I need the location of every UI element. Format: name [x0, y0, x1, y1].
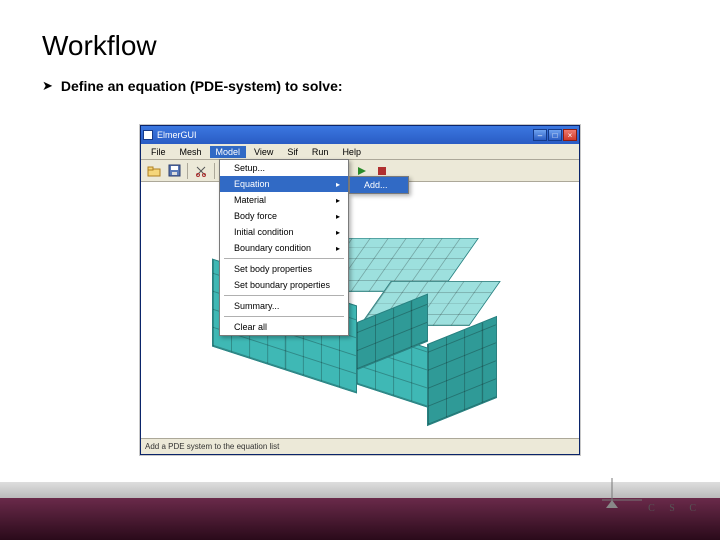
dropdown-item[interactable]: Body force▸	[220, 208, 348, 224]
menu-help[interactable]: Help	[336, 146, 367, 158]
dropdown-item[interactable]: Initial condition▸	[220, 224, 348, 240]
slide-footer: C S C	[0, 482, 720, 540]
bullet-row: ➤ Define an equation (PDE-system) to sol…	[0, 78, 720, 94]
menu-file[interactable]: File	[145, 146, 172, 158]
cut-button[interactable]	[192, 162, 210, 180]
logo-text: C S C	[648, 503, 702, 514]
dropdown-item[interactable]: Boundary condition▸	[220, 240, 348, 256]
window-title: ElmerGUI	[157, 130, 197, 140]
menu-sif[interactable]: Sif	[281, 146, 304, 158]
toolbar-sep	[187, 163, 188, 179]
app-icon	[143, 130, 153, 140]
csc-logo: C S C	[602, 478, 702, 514]
dropdown-item[interactable]: Set boundary properties	[220, 277, 348, 293]
titlebar: ElmerGUI – □ ×	[141, 126, 579, 144]
maximize-button[interactable]: □	[548, 129, 562, 141]
open-button[interactable]	[145, 162, 163, 180]
app-window: ElmerGUI – □ × File Mesh Model View Sif …	[140, 125, 580, 455]
minimize-button[interactable]: –	[533, 129, 547, 141]
dropdown-item[interactable]: Set body properties	[220, 261, 348, 277]
menubar: File Mesh Model View Sif Run Help	[141, 144, 579, 160]
save-button[interactable]	[165, 162, 183, 180]
menu-run[interactable]: Run	[306, 146, 335, 158]
statusbar: Add a PDE system to the equation list	[141, 438, 579, 454]
bullet-icon: ➤	[42, 78, 53, 94]
toolbar-sep	[214, 163, 215, 179]
menu-model-dropdown: Setup...Equation▸Material▸Body force▸Ini…	[219, 159, 349, 336]
dropdown-item[interactable]: Equation▸	[220, 176, 348, 192]
viewport-3d[interactable]	[141, 182, 579, 438]
dropdown-item[interactable]: Setup...	[220, 160, 348, 176]
submenu-item[interactable]: Add...	[350, 177, 408, 193]
menu-model[interactable]: Model	[210, 146, 247, 158]
close-button[interactable]: ×	[563, 129, 577, 141]
equation-submenu: Add...	[349, 176, 409, 194]
menu-view[interactable]: View	[248, 146, 279, 158]
dropdown-item[interactable]: Summary...	[220, 298, 348, 314]
slide-title: Workflow	[0, 0, 720, 72]
logo-mark-icon	[602, 478, 642, 514]
menu-mesh[interactable]: Mesh	[174, 146, 208, 158]
bullet-text: Define an equation (PDE-system) to solve…	[61, 78, 343, 94]
dropdown-item[interactable]: Material▸	[220, 192, 348, 208]
dropdown-item[interactable]: Clear all	[220, 319, 348, 335]
